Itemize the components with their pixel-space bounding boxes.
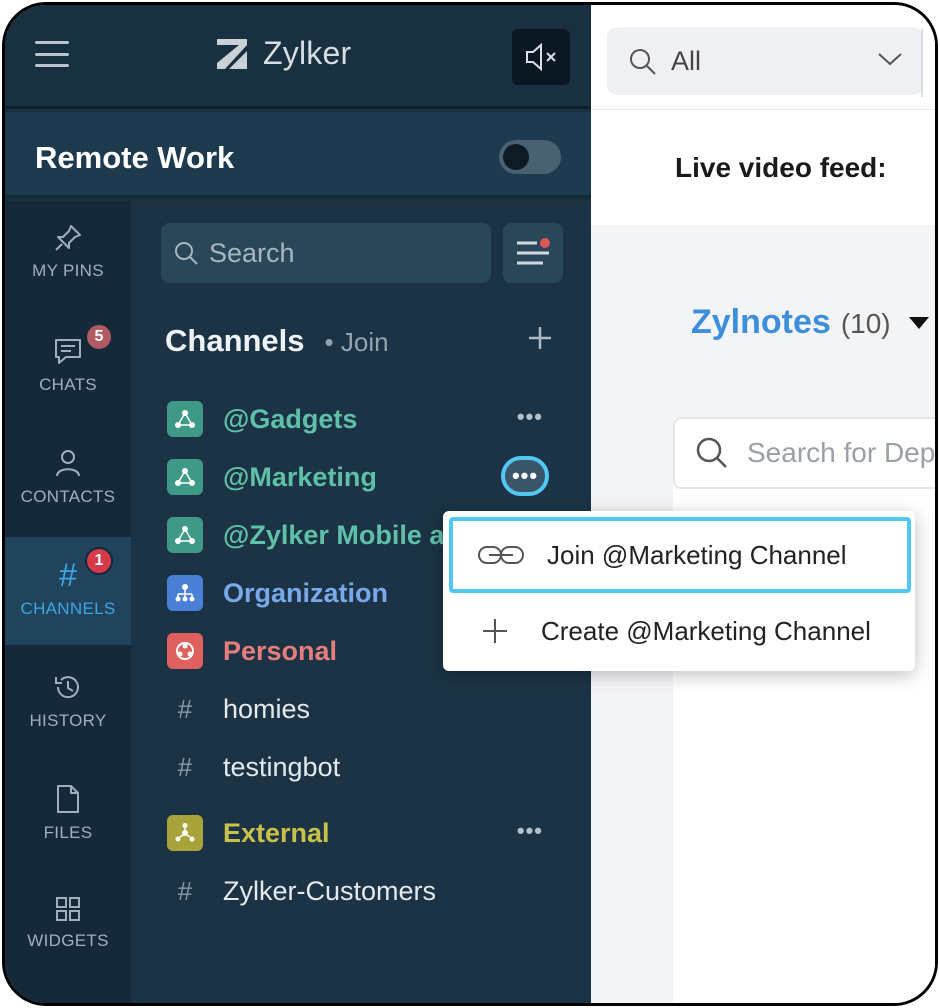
department-search-input[interactable]: Search for Dep — [673, 417, 935, 489]
file-icon — [57, 785, 79, 813]
pin-icon — [55, 225, 81, 251]
create-channel-menu-item[interactable]: Create @Marketing Channel — [443, 595, 915, 667]
search-icon — [175, 242, 198, 265]
zylker-logo-icon — [217, 38, 247, 69]
external-channel-icon — [167, 815, 203, 851]
plus-icon — [465, 617, 525, 645]
more-options-icon[interactable]: ••• — [517, 818, 543, 844]
notes-list — [673, 417, 935, 1003]
org-name: Remote Work — [35, 140, 235, 175]
hash-icon: # — [177, 751, 193, 782]
org-toggle[interactable] — [499, 140, 561, 174]
channel-item-gadgets[interactable]: @Gadgets ••• — [167, 396, 571, 442]
more-options-icon[interactable]: ••• — [517, 404, 543, 430]
team-channel-icon — [167, 459, 203, 495]
search-icon — [630, 49, 656, 75]
rail-item-widgets[interactable]: WIDGETS — [5, 873, 131, 981]
caret-down-icon[interactable] — [908, 316, 929, 329]
rail-item-history[interactable]: HISTORY — [5, 649, 131, 757]
hash-icon: # — [177, 875, 193, 906]
channels-header: Channels • Join — [165, 323, 389, 358]
link-icon — [471, 544, 531, 566]
left-app: Zylker Remote Work MY PINS CHATS 5 CONTA… — [5, 5, 591, 1003]
channel-item-testingbot[interactable]: # testingbot — [167, 744, 571, 790]
nav-rail: MY PINS CHATS 5 CONTACTS # CHANNELS 1 HI… — [5, 201, 131, 1003]
speaker-mute-icon[interactable] — [512, 29, 570, 85]
channel-item-marketing[interactable]: @Marketing ••• — [167, 454, 571, 500]
chats-badge: 5 — [85, 323, 113, 351]
personal-channel-icon — [167, 633, 203, 669]
widgets-icon — [56, 897, 80, 921]
live-video-card: Live video feed: — [591, 109, 935, 225]
brand-name: Zylker — [263, 35, 352, 71]
channel-item-external[interactable]: External ••• — [167, 810, 571, 856]
channel-search-input[interactable]: Search — [161, 223, 491, 283]
team-channel-icon — [167, 401, 203, 437]
zylnotes-header: Zylnotes (10) — [691, 303, 929, 342]
main-content: All Live video feed: Zylnotes (10) Searc… — [591, 5, 935, 1003]
contact-icon — [56, 450, 80, 477]
chevron-down-icon — [878, 53, 902, 66]
join-channel-menu-item[interactable]: Join @Marketing Channel — [449, 517, 911, 593]
hash-icon: # — [177, 693, 193, 724]
channel-item-homies[interactable]: # homies — [167, 686, 571, 732]
app-window: Zylker Remote Work MY PINS CHATS 5 CONTA… — [2, 2, 938, 1006]
live-video-label: Live video feed: — [675, 152, 887, 183]
rail-item-files[interactable]: FILES — [5, 761, 131, 869]
rail-item-my-pins[interactable]: MY PINS — [5, 201, 131, 309]
zylnotes-title[interactable]: Zylnotes — [691, 303, 831, 342]
org-bar: Remote Work — [5, 112, 591, 198]
chat-icon — [55, 339, 81, 364]
filter-icon[interactable] — [503, 223, 563, 283]
channel-item-zylker-mobile-app[interactable]: @Zylker Mobile app — [167, 512, 447, 558]
brand: Zylker — [215, 35, 351, 72]
top-bar: Zylker — [5, 5, 591, 109]
zylnotes-count: (10) — [840, 308, 891, 339]
scope-bar: All — [591, 5, 935, 109]
rail-item-channels[interactable]: # CHANNELS — [5, 537, 131, 645]
rail-item-chats[interactable]: CHATS — [5, 313, 131, 421]
more-options-icon[interactable]: ••• — [501, 456, 549, 496]
scope-select[interactable]: All — [607, 27, 923, 95]
org-channel-icon — [167, 575, 203, 611]
add-channel-icon[interactable] — [525, 323, 555, 353]
hamburger-icon[interactable] — [35, 41, 69, 67]
channels-badge: 1 — [85, 547, 113, 575]
join-link[interactable]: • Join — [325, 327, 389, 358]
rail-item-contacts[interactable]: CONTACTS — [5, 425, 131, 533]
history-icon — [55, 676, 79, 699]
hash-icon: # — [59, 557, 77, 593]
search-icon — [696, 437, 727, 468]
channel-options-menu: Join @Marketing Channel Create @Marketin… — [443, 511, 915, 671]
channel-item-zylker-customers[interactable]: # Zylker-Customers — [167, 868, 571, 914]
team-channel-icon — [167, 517, 203, 553]
